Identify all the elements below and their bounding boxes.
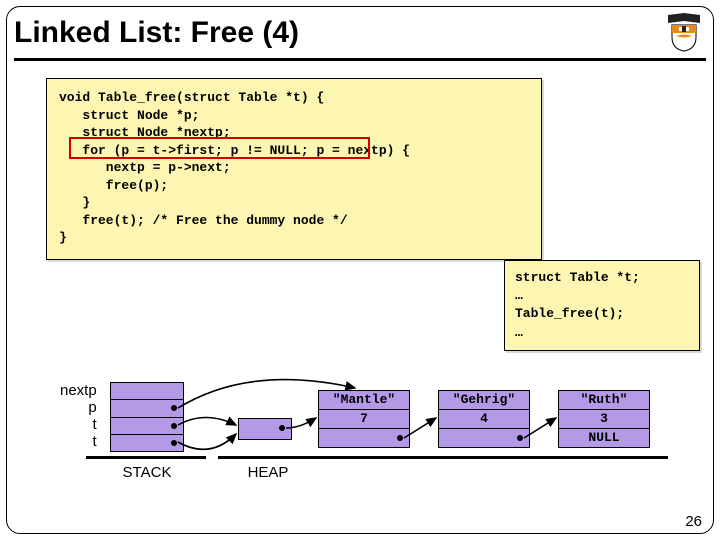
memory-diagram: nextp p t t STACK "Mantle" 7 "Gehrig" 4 … <box>0 370 720 520</box>
list-node-mantle: "Mantle" 7 <box>318 390 410 448</box>
princeton-crest-icon <box>662 13 706 53</box>
stack-var: p <box>60 399 97 416</box>
page-title: Linked List: Free (4) <box>14 16 299 50</box>
heap-baseline <box>218 456 668 459</box>
stack-row <box>111 435 183 451</box>
code-listing: void Table_free(struct Table *t) { struc… <box>46 78 542 260</box>
code-text: void Table_free(struct Table *t) { struc… <box>59 89 529 247</box>
stack-row <box>111 400 183 417</box>
node-key: "Mantle" <box>319 391 409 410</box>
stack-row <box>111 418 183 435</box>
stack-variable-labels: nextp p t t <box>60 382 97 450</box>
stack-var: t <box>60 433 97 450</box>
stack-baseline <box>86 456 206 459</box>
heap-label: HEAP <box>238 464 298 481</box>
node-val: 7 <box>319 410 409 429</box>
list-node-gehrig: "Gehrig" 4 <box>438 390 530 448</box>
node-val: 3 <box>559 410 649 429</box>
page-number: 26 <box>685 513 702 530</box>
node-key: "Gehrig" <box>439 391 529 410</box>
node-key: "Ruth" <box>559 391 649 410</box>
stack-var: t <box>60 416 97 433</box>
table-node <box>238 418 292 440</box>
title-bar: Linked List: Free (4) <box>14 8 706 61</box>
node-next <box>319 429 409 447</box>
stack-frame <box>110 382 184 452</box>
node-next: NULL <box>559 429 649 447</box>
caller-text: struct Table *t; … Table_free(t); … <box>515 269 689 342</box>
stack-label: STACK <box>112 464 182 481</box>
node-val: 4 <box>439 410 529 429</box>
stack-row <box>111 383 183 400</box>
caller-listing: struct Table *t; … Table_free(t); … <box>504 260 700 351</box>
node-next <box>439 429 529 447</box>
stack-var: nextp <box>60 382 97 399</box>
list-node-ruth: "Ruth" 3 NULL <box>558 390 650 448</box>
